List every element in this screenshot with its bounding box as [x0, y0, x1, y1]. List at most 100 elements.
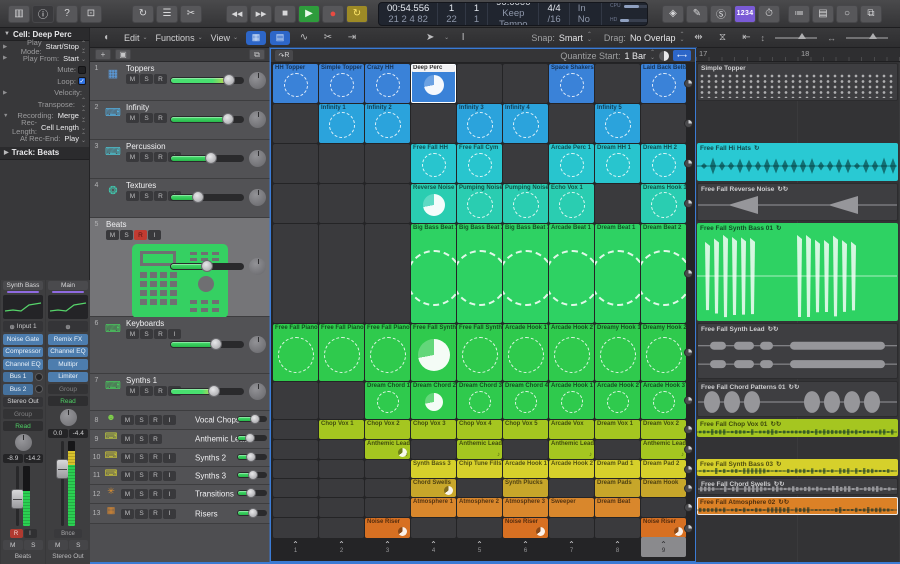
cell-phase-indicator[interactable] — [684, 503, 693, 512]
play-button[interactable]: ▶ — [298, 4, 320, 23]
slider-thumb[interactable] — [192, 191, 205, 203]
volume-slider[interactable] — [170, 113, 244, 125]
solo-button[interactable]: S — [135, 470, 148, 481]
solo-button[interactable]: S — [140, 152, 153, 162]
region-free-fall-hi-hats[interactable]: Free Fall Hi Hats ↻ — [697, 143, 898, 181]
record-enable-button[interactable]: R — [154, 152, 167, 162]
pencil-icon[interactable]: ✎ — [686, 4, 708, 23]
empty-cell[interactable] — [365, 498, 410, 517]
automation-mode[interactable]: Read — [48, 396, 88, 406]
track-row-infinity[interactable]: 2 ⌨ Infinity M S R — [90, 101, 270, 140]
empty-cell[interactable] — [319, 144, 364, 183]
cell-free-fall-synth[interactable]: Free Fall Synth — [457, 324, 502, 381]
cell-phase-indicator[interactable] — [684, 523, 693, 533]
slider-thumb[interactable] — [244, 433, 255, 443]
cell-big-bass-beat-1[interactable]: Big Bass Beat 1 — [411, 224, 456, 323]
cell-chord-swells[interactable]: Chord Swells — [411, 479, 456, 497]
cell-phase-indicator[interactable] — [684, 159, 693, 168]
plugin-slot[interactable]: Channel EQ — [3, 359, 43, 370]
mute-button[interactable]: M — [126, 191, 139, 201]
cell-infinity-2[interactable]: Infinity 2 — [365, 104, 410, 143]
slider-thumb[interactable] — [247, 507, 258, 518]
record-enable-button[interactable]: R — [149, 415, 162, 425]
solo-button[interactable]: S — [140, 191, 153, 201]
empty-cell[interactable] — [595, 64, 640, 103]
stepper-icon[interactable]: ⌃ ⌄ — [81, 52, 86, 63]
empty-cell[interactable] — [319, 224, 364, 323]
pan-value[interactable]: 0.0 — [48, 429, 68, 438]
add-track-button[interactable]: + — [95, 49, 111, 60]
send-slot[interactable]: Bus 1 — [3, 371, 33, 382]
scene-trigger-5[interactable]: ⌃ 5 — [457, 537, 502, 557]
cell-dream-hh-1[interactable]: Dream HH 1 — [595, 144, 640, 183]
cell-atmosphere-2[interactable]: Atmosphere 2 — [457, 498, 502, 517]
solo-button[interactable]: S — [135, 434, 148, 444]
mute-button[interactable]: M — [121, 508, 134, 519]
cell-anthemic-lead[interactable]: Anthemic Lead ♪ — [365, 440, 410, 459]
empty-cell[interactable] — [319, 518, 364, 538]
cell-infinity-4[interactable]: Infinity 4 — [503, 104, 548, 143]
empty-cell[interactable] — [365, 144, 410, 183]
cell-dream-hh-2[interactable]: Dream HH 2 — [641, 144, 686, 183]
mute-button[interactable]: M — [3, 540, 23, 550]
volume-value[interactable]: -4.4 — [68, 429, 88, 438]
region-free-fall-chord-swells[interactable]: Free Fall Chord Swells ↻↻ — [697, 478, 898, 495]
empty-cell[interactable] — [641, 498, 686, 517]
track-row-synths-2[interactable]: 10 ⌨ M S R I Synths 2 — [90, 449, 270, 467]
cell-pumping-noise[interactable]: Pumping Noise — [457, 184, 502, 223]
stepper-icon[interactable]: ⌃ ⌄ — [81, 110, 86, 121]
empty-cell[interactable] — [595, 518, 640, 538]
record-enable-button[interactable]: R — [154, 74, 167, 84]
cell-big-bass-beat-3[interactable]: Big Bass Beat 3 — [503, 224, 548, 323]
inspector-row-atrec-end[interactable]: At Rec-End: Play ⌃ ⌄ — [0, 133, 89, 145]
scene-trigger-7[interactable]: ⌃ 7 — [549, 537, 594, 557]
empty-cell[interactable] — [273, 420, 318, 439]
region-free-fall-chord-patterns-01[interactable]: Free Fall Chord Patterns 01 ↻↻ — [697, 381, 898, 417]
quantize-stepper[interactable]: ⌃ ⌄ — [650, 50, 655, 61]
volume-slider[interactable] — [237, 488, 267, 498]
group-slot[interactable]: Group — [3, 409, 43, 419]
output-slot[interactable]: Stereo Out — [3, 396, 43, 407]
solo-button[interactable]: S — [135, 415, 148, 425]
bar-ruler[interactable]: 17 18 — [696, 48, 900, 62]
cell-dreams-hook-1[interactable]: Dreams Hook 1 — [641, 184, 686, 223]
automation-icon[interactable]: ∿ — [294, 31, 314, 45]
scene-trigger-3[interactable]: ⌃ 3 — [365, 537, 410, 557]
cell-free-fall-synth[interactable]: Free Fall Synth — [411, 324, 456, 381]
pan-knob[interactable] — [249, 72, 266, 89]
cell-phase-indicator[interactable] — [684, 79, 693, 88]
empty-cell[interactable] — [595, 184, 640, 223]
cell-arcade-hook-2[interactable]: Arcade Hook 2 — [549, 324, 594, 381]
contrast-icon[interactable] — [659, 50, 669, 61]
metronome-icon[interactable]: ⏱ — [758, 4, 780, 23]
eq-thumbnail[interactable] — [3, 295, 43, 319]
input-slot[interactable]: ⊕ Input 1 — [3, 321, 43, 332]
track-row-vocal-chops[interactable]: 8 ☻ M S R I Vocal Chops — [90, 411, 270, 430]
cell-dreamy-hook-2[interactable]: Dreamy Hook 2 — [641, 324, 686, 381]
inspector-row-playfrom[interactable]: ▶ Play From: Start ⌃ ⌄ — [0, 52, 89, 65]
pan-knob[interactable] — [249, 189, 266, 206]
cell-free-fall-piano[interactable]: Free Fall Piano — [319, 324, 364, 381]
vertical-zoom-slider[interactable] — [775, 32, 817, 39]
pan-value[interactable]: -8.9 — [3, 454, 23, 463]
track-row-synths-1[interactable]: 7 ⌨Synths 1MSRI — [90, 374, 270, 411]
forward-button[interactable]: ▶▶ — [250, 4, 272, 23]
send-knob[interactable] — [35, 385, 43, 394]
fit-zoom-icon[interactable]: ⇤ — [737, 31, 757, 45]
slider-thumb[interactable] — [249, 414, 260, 424]
empty-cell[interactable] — [365, 184, 410, 223]
cell-infinity-1[interactable]: Infinity 1 — [319, 104, 364, 143]
menu-functions[interactable]: Functions ⌄ — [152, 31, 207, 45]
checkbox[interactable]: ✓ — [78, 77, 86, 86]
input-monitor-button[interactable]: I — [163, 415, 176, 425]
scene-trigger-9[interactable]: ⌃ 9 — [641, 537, 686, 557]
pan-knob[interactable] — [14, 434, 32, 451]
region-free-fall-atmosphere-02[interactable]: Free Fall Atmosphere 02 ↻↻ — [697, 497, 898, 515]
region-simple-topper[interactable]: Simple Topper — [697, 63, 898, 101]
cell-free-fall-piano[interactable]: Free Fall Piano — [273, 324, 318, 381]
cell-noise-riser[interactable]: Noise Riser — [503, 518, 548, 538]
scene-trigger-4[interactable]: ⌃ 4 — [411, 537, 456, 557]
mute-button[interactable]: M — [106, 230, 119, 240]
slider-thumb[interactable] — [201, 260, 213, 272]
list-editors-icon[interactable]: ≔ — [788, 4, 810, 23]
